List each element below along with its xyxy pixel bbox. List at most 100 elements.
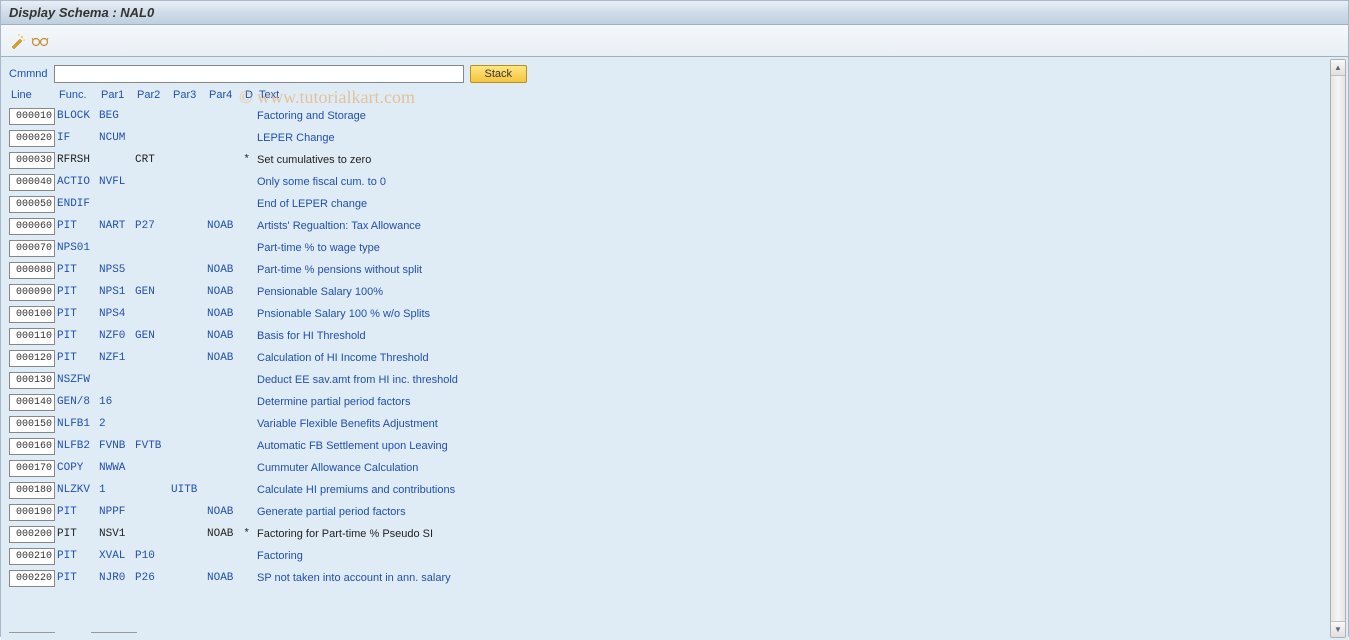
cell-par2 [135,264,171,276]
scroll-down-button[interactable]: ▼ [1331,621,1345,637]
line-number-input[interactable] [9,152,55,169]
cell-d: * [243,154,257,166]
line-number-input[interactable] [9,240,55,257]
cell-text: Determine partial period factors [257,396,1344,408]
line-number-input[interactable] [9,460,55,477]
header-par4: Par4 [209,89,245,101]
cell-par2 [135,110,171,122]
line-number-input[interactable] [9,570,55,587]
line-number-input[interactable] [9,306,55,323]
cell-text: Part-time % pensions without split [257,264,1344,276]
cell-func: COPY [57,462,99,474]
line-number-input[interactable] [9,504,55,521]
title-bar: Display Schema : NAL0 [1,1,1348,25]
cell-func: PIT [57,220,99,232]
cell-d [243,462,257,474]
table-row: PIT NPPF NOAB Generate partial period fa… [9,501,1344,523]
table-row: NSZFW Deduct EE sav.amt from HI inc. thr… [9,369,1344,391]
cell-text: Factoring [257,550,1344,562]
app-window: Display Schema : NAL0 © www.tutorialkart… [0,0,1349,637]
cell-text: Variable Flexible Benefits Adjustment [257,418,1344,430]
cell-par2: GEN [135,330,171,342]
cell-par1: NSV1 [99,528,135,540]
cell-d [243,198,257,210]
cell-par1: 1 [99,484,135,496]
table-row: IF NCUM LEPER Change [9,127,1344,149]
header-func: Func. [59,89,101,101]
line-number-input[interactable] [9,394,55,411]
cell-func: RFRSH [57,154,99,166]
cell-func: PIT [57,308,99,320]
cell-par4: NOAB [207,308,243,320]
line-number-input[interactable] [9,548,55,565]
line-number-input[interactable] [9,284,55,301]
cell-d [243,506,257,518]
table-row: RFRSH CRT * Set cumulatives to zero [9,149,1344,171]
line-number-input[interactable] [9,372,55,389]
cell-par3 [171,396,207,408]
cell-par1: NPS1 [99,286,135,298]
cell-par1: NPPF [99,506,135,518]
table-row: NLZKV 1 UITB Calculate HI premiums and c… [9,479,1344,501]
line-number-input[interactable] [9,416,55,433]
cell-par3 [171,308,207,320]
cell-func: NPS01 [57,242,99,254]
cell-par3: UITB [171,484,207,496]
line-number-input[interactable] [9,196,55,213]
wand-icon[interactable] [9,32,27,50]
cell-d [243,374,257,386]
cell-par2: P10 [135,550,171,562]
cell-par4 [207,154,243,166]
cell-par4 [207,418,243,430]
command-input[interactable] [54,65,464,83]
table-row: PIT NZF1 NOAB Calculation of HI Income T… [9,347,1344,369]
line-number-input[interactable] [9,130,55,147]
table-row: PIT NPS1 GEN NOAB Pensionable Salary 100… [9,281,1344,303]
cell-par1: FVNB [99,440,135,452]
cell-func: PIT [57,286,99,298]
cell-d [243,484,257,496]
cell-par1: NZF1 [99,352,135,364]
cell-par3 [171,572,207,584]
cell-d: * [243,528,257,540]
header-d: D [245,89,259,101]
cell-par1 [99,198,135,210]
cell-text: LEPER Change [257,132,1344,144]
cell-par1: NPS4 [99,308,135,320]
cell-par4 [207,198,243,210]
cell-d [243,308,257,320]
line-number-input[interactable] [9,526,55,543]
cell-par3 [171,440,207,452]
line-number-input[interactable] [9,174,55,191]
line-number-input[interactable] [9,328,55,345]
cell-func: PIT [57,550,99,562]
table-row: PIT NSV1 NOAB * Factoring for Part-time … [9,523,1344,545]
stack-button[interactable]: Stack [470,65,528,83]
cell-par4: NOAB [207,264,243,276]
cell-par1 [99,154,135,166]
cell-par3 [171,374,207,386]
line-number-input[interactable] [9,438,55,455]
cell-par3 [171,176,207,188]
cell-d [243,286,257,298]
line-number-input[interactable] [9,218,55,235]
cell-par4: NOAB [207,286,243,298]
line-number-input[interactable] [9,262,55,279]
cell-text: Artists' Regualtion: Tax Allowance [257,220,1344,232]
line-number-input[interactable] [9,482,55,499]
cell-text: Deduct EE sav.amt from HI inc. threshold [257,374,1344,386]
glasses-icon[interactable] [31,32,49,50]
cell-text: Pnsionable Salary 100 % w/o Splits [257,308,1344,320]
cell-par3 [171,352,207,364]
cell-par3 [171,220,207,232]
table-row: PIT NART P27 NOAB Artists' Regualtion: T… [9,215,1344,237]
cell-par4 [207,132,243,144]
line-number-input[interactable] [9,108,55,125]
scroll-up-button[interactable]: ▲ [1331,60,1345,76]
cell-par2 [135,396,171,408]
cell-d [243,132,257,144]
header-par1: Par1 [101,89,137,101]
cell-par4: NOAB [207,330,243,342]
vertical-scrollbar[interactable]: ▲ ▼ [1330,59,1346,638]
line-number-input[interactable] [9,350,55,367]
